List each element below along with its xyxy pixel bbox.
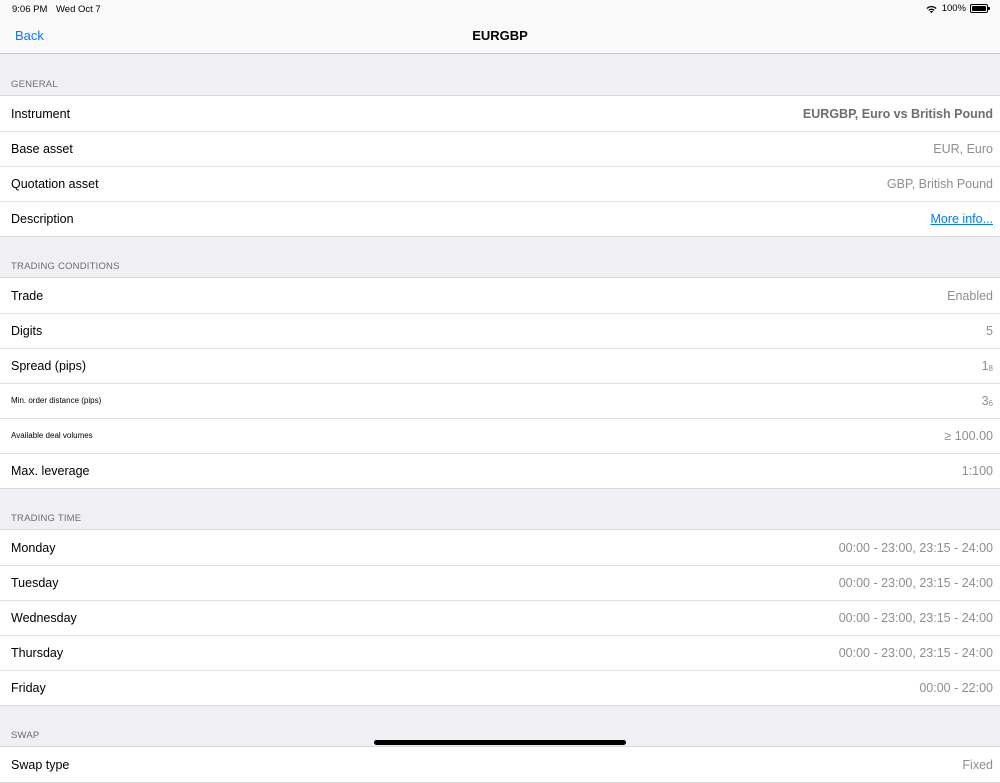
row-value-text: 5 <box>986 323 993 338</box>
list-row: Swap type Fixed <box>0 747 1000 782</box>
row-value-text: 1:100 <box>961 463 993 478</box>
row-label: Friday <box>11 680 46 695</box>
row-label: Swap type <box>11 757 70 772</box>
more-info-link[interactable]: More info... <box>930 212 993 226</box>
row-value-text: 00:00 - 23:00, 23:15 - 24:00 <box>838 540 993 555</box>
list-row[interactable]: Description More info... <box>0 201 1000 236</box>
row-label: Available deal volumes <box>11 431 93 440</box>
list-row: Monday 00:00 - 23:00, 23:15 - 24:00 <box>0 530 1000 565</box>
row-label: Description <box>11 211 74 226</box>
row-value-text: 3 <box>981 393 989 408</box>
row-value-text: 00:00 - 23:00, 23:15 - 24:00 <box>838 645 993 660</box>
row-label: Base asset <box>11 141 73 156</box>
list-row: Available deal volumes ≥ 100.00 <box>0 418 1000 453</box>
page-title: EURGBP <box>472 28 528 43</box>
row-value: 1:100 <box>962 464 993 478</box>
row-label: Max. leverage <box>11 463 90 478</box>
row-value-fraction: 6 <box>988 398 993 408</box>
row-value: 36 <box>982 394 993 408</box>
row-value-text: 00:00 - 23:00, 23:15 - 24:00 <box>838 575 993 590</box>
list-row: Digits 5 <box>0 313 1000 348</box>
list-row: Trade Enabled <box>0 278 1000 313</box>
row-value-text: Fixed <box>962 757 993 772</box>
row-value: GBP, British Pound <box>887 177 993 191</box>
list-row: Thursday 00:00 - 23:00, 23:15 - 24:00 <box>0 635 1000 670</box>
row-label: Trade <box>11 288 44 303</box>
section-group: Instrument EURGBP, Euro vs British Pound B… <box>0 95 1000 237</box>
row-value: 5 <box>986 324 993 338</box>
list-row: Max. leverage 1:100 <box>0 453 1000 488</box>
list-row: Base asset EUR, Euro <box>0 131 1000 166</box>
row-value: EUR, Euro <box>933 142 993 156</box>
row-label: Monday <box>11 540 56 555</box>
settings-list: GENERAL Instrument EURGBP, Euro vs British… <box>0 55 1000 783</box>
status-time: 9:06 PM <box>12 4 48 15</box>
row-value-text: GBP, British Pound <box>886 176 993 191</box>
row-label: Min. order distance (pips) <box>11 396 102 405</box>
row-value-text: 1 <box>981 358 989 373</box>
row-value-fraction: 8 <box>988 363 993 373</box>
list-row: Tuesday 00:00 - 23:00, 23:15 - 24:00 <box>0 565 1000 600</box>
row-value: 00:00 - 23:00, 23:15 - 24:00 <box>839 541 993 555</box>
section-header: GENERAL <box>11 79 58 90</box>
list-row: Spread (pips) 18 <box>0 348 1000 383</box>
section-group: Monday 00:00 - 23:00, 23:15 - 24:00 Tuesda… <box>0 529 1000 706</box>
row-value-text: EURGBP, Euro vs British Pound <box>802 106 993 121</box>
list-row: Quotation asset GBP, British Pound <box>0 166 1000 201</box>
list-row: Wednesday 00:00 - 23:00, 23:15 - 24:00 <box>0 600 1000 635</box>
section-group: Trade Enabled Digits 5 Spread (pips) 18 Min. o… <box>0 277 1000 489</box>
row-value: 00:00 - 23:00, 23:15 - 24:00 <box>839 646 993 660</box>
battery-percent: 100% <box>941 3 966 14</box>
list-row: Friday 00:00 - 22:00 <box>0 670 1000 705</box>
list-row: Min. order distance (pips) 36 <box>0 383 1000 418</box>
row-value: 18 <box>982 359 993 373</box>
row-value: ≥ 100.00 <box>944 429 993 443</box>
row-value: Fixed <box>962 758 993 772</box>
status-bar: 9:06 PM Wed Oct 7 100% <box>0 0 1000 18</box>
row-value-text: Enabled <box>947 288 993 303</box>
row-label: Tuesday <box>11 575 59 590</box>
home-indicator[interactable] <box>374 740 626 745</box>
status-date: Wed Oct 7 <box>56 4 101 15</box>
row-value-text: EUR, Euro <box>933 141 993 156</box>
row-label: Wednesday <box>11 610 77 625</box>
list-row: Instrument EURGBP, Euro vs British Pound <box>0 96 1000 131</box>
row-label: Digits <box>11 323 43 338</box>
navigation-bar: Back EURGBP <box>0 18 1000 54</box>
row-value: EURGBP, Euro vs British Pound <box>803 107 993 121</box>
section-header: TRADING TIME <box>11 513 82 524</box>
section-group: Swap type Fixed <box>0 746 1000 783</box>
row-label: Spread (pips) <box>11 358 87 373</box>
row-label: Instrument <box>11 106 71 121</box>
row-value-text: 00:00 - 23:00, 23:15 - 24:00 <box>838 610 993 625</box>
row-value: 00:00 - 23:00, 23:15 - 24:00 <box>839 611 993 625</box>
battery-icon <box>970 4 990 13</box>
row-label: Thursday <box>11 645 64 660</box>
row-value-text: 00:00 - 22:00 <box>919 680 993 695</box>
row-value: 00:00 - 22:00 <box>919 681 993 695</box>
wifi-icon <box>926 5 937 13</box>
row-value-text: More info... <box>930 211 993 226</box>
row-value-text: ≥ 100.00 <box>944 428 993 443</box>
row-value: 00:00 - 23:00, 23:15 - 24:00 <box>839 576 993 590</box>
row-label: Quotation asset <box>11 176 99 191</box>
section-header: TRADING CONDITIONS <box>11 261 120 272</box>
row-value: Enabled <box>947 289 993 303</box>
status-right: 100% <box>925 3 990 14</box>
